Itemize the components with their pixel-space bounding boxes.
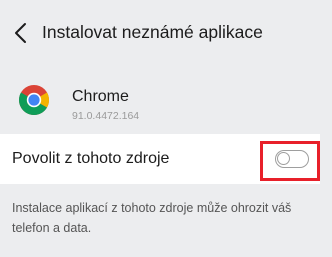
warning-text: Instalace aplikací z tohoto zdroje může … — [12, 201, 292, 235]
app-version: 91.0.4472.164 — [72, 110, 140, 122]
chrome-icon — [18, 85, 50, 116]
app-info-row: Chrome 91.0.4472.164 — [0, 72, 332, 130]
app-name: Chrome — [72, 88, 129, 105]
setting-label: Povolit z tohoto zdroje — [12, 150, 170, 167]
header: Instalovat neznámé aplikace — [0, 0, 332, 66]
toggle-highlight-box — [260, 141, 320, 181]
chevron-left-icon[interactable] — [12, 20, 30, 46]
page-title: Instalovat neznámé aplikace — [42, 22, 263, 42]
